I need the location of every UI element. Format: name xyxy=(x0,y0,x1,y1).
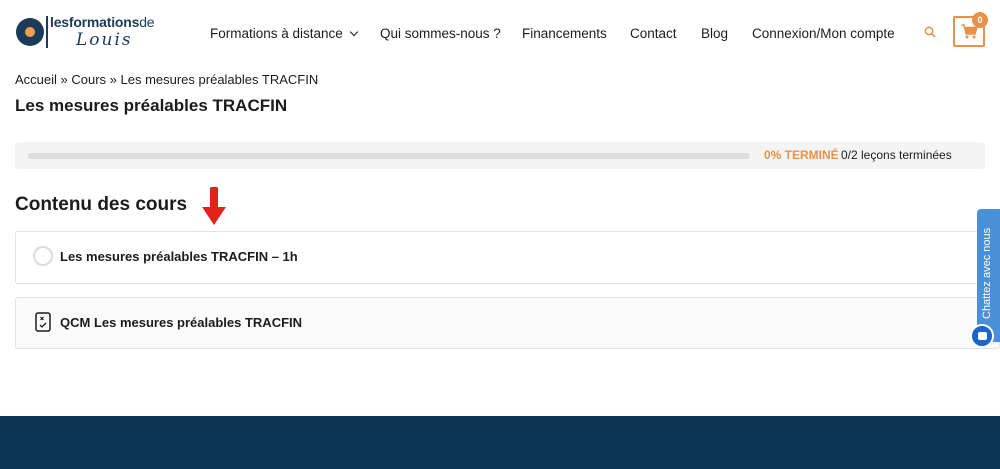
site-logo[interactable]: lesformationsde Louis xyxy=(16,14,176,50)
logo-wordmark: lesformationsde xyxy=(50,14,155,30)
red-arrow-annotation xyxy=(202,187,226,225)
progress-bar xyxy=(28,153,750,159)
chat-bubble-icon[interactable] xyxy=(970,324,994,348)
site-footer xyxy=(0,416,1000,469)
site-header: lesformationsde Louis Formations à dista… xyxy=(0,0,1000,68)
quiz-item[interactable]: QCM Les mesures préalables TRACFIN xyxy=(15,297,1000,349)
course-progress: 0% TERMINÉ 0/2 leçons terminées xyxy=(15,142,985,169)
search-icon[interactable] xyxy=(924,26,936,38)
lesson-status-circle-icon xyxy=(33,246,53,266)
chevron-down-icon xyxy=(349,27,359,37)
logo-mark xyxy=(16,18,44,46)
progress-steps: 0/2 leçons terminées xyxy=(841,148,952,162)
logo-script: Louis xyxy=(76,30,133,50)
chat-widget-tab[interactable]: Chattez avec nous xyxy=(977,209,1000,342)
nav-blog[interactable]: Blog xyxy=(701,26,728,41)
nav-financements[interactable]: Financements xyxy=(522,26,607,41)
course-content-title: Contenu des cours xyxy=(15,194,188,215)
progress-percent: 0% TERMINÉ xyxy=(764,148,839,162)
cart-count-badge: 0 xyxy=(972,12,988,28)
breadcrumb[interactable]: Accueil » Cours » Les mesures préalables… xyxy=(15,72,318,87)
nav-qui-sommes-nous[interactable]: Qui sommes-nous ? xyxy=(380,26,501,41)
nav-formations[interactable]: Formations à distance xyxy=(210,26,359,41)
quiz-title[interactable]: QCM Les mesures préalables TRACFIN xyxy=(60,315,302,330)
page-title: Les mesures préalables TRACFIN xyxy=(15,96,288,115)
quiz-icon xyxy=(35,312,51,332)
chat-widget-label: Chattez avec nous xyxy=(981,227,993,319)
nav-connexion[interactable]: Connexion/Mon compte xyxy=(752,26,895,41)
lesson-title[interactable]: Les mesures préalables TRACFIN – 1h xyxy=(60,249,298,264)
nav-contact[interactable]: Contact xyxy=(630,26,677,41)
lesson-item[interactable]: Les mesures préalables TRACFIN – 1h xyxy=(15,231,1000,284)
